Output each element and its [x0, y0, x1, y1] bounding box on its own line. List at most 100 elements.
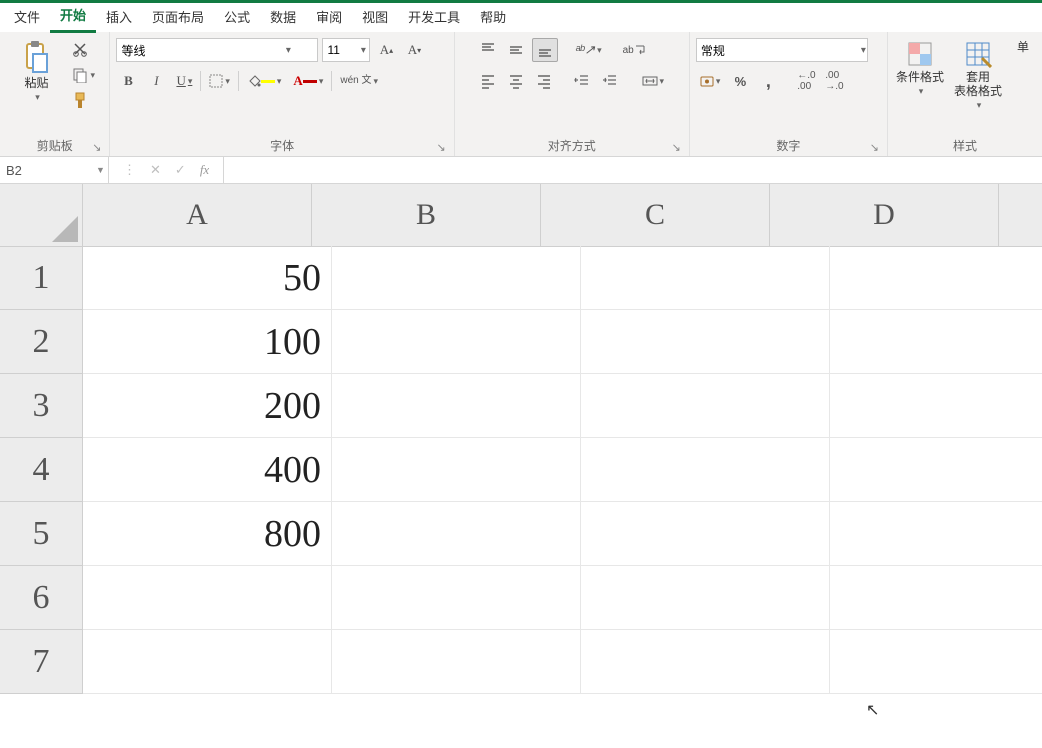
- cell-B7[interactable]: [332, 630, 581, 694]
- cell-A2[interactable]: 100: [83, 310, 332, 374]
- cell-D7[interactable]: [830, 630, 1042, 694]
- cell-A5[interactable]: 800: [83, 502, 332, 566]
- number-format-input[interactable]: [697, 43, 860, 57]
- menu-data[interactable]: 数据: [260, 3, 306, 32]
- col-header-extra[interactable]: [999, 184, 1042, 247]
- font-name-input[interactable]: [117, 43, 280, 57]
- menu-layout[interactable]: 页面布局: [142, 3, 214, 32]
- cell-A6[interactable]: [83, 566, 332, 630]
- cell-C5[interactable]: [581, 502, 830, 566]
- chevron-down-icon[interactable]: ▾: [357, 45, 369, 56]
- dialog-launcher-icon[interactable]: ↘: [437, 141, 446, 154]
- fx-icon[interactable]: fx: [200, 162, 209, 178]
- cell-A4[interactable]: 400: [83, 438, 332, 502]
- align-center-button[interactable]: [504, 70, 528, 92]
- cell-D4[interactable]: [830, 438, 1042, 502]
- cell-A7[interactable]: [83, 630, 332, 694]
- cell-D6[interactable]: [830, 566, 1042, 630]
- col-header-B[interactable]: B: [312, 184, 541, 247]
- cut-button[interactable]: [68, 38, 92, 60]
- align-top-button[interactable]: [476, 39, 500, 61]
- dialog-launcher-icon[interactable]: ↘: [672, 141, 681, 154]
- font-name-combo[interactable]: ▾: [116, 38, 318, 62]
- menu-formula[interactable]: 公式: [214, 3, 260, 32]
- cell-D3[interactable]: [830, 374, 1042, 438]
- menu-devtools[interactable]: 开发工具: [398, 3, 470, 32]
- col-header-A[interactable]: A: [83, 184, 312, 247]
- name-box[interactable]: ▼: [0, 157, 109, 183]
- bold-button[interactable]: B: [116, 70, 140, 92]
- extra-button[interactable]: 单: [1010, 38, 1036, 56]
- cell-B5[interactable]: [332, 502, 581, 566]
- cell-D5[interactable]: [830, 502, 1042, 566]
- cell-B4[interactable]: [332, 438, 581, 502]
- conditional-format-button[interactable]: 条件格式▾: [894, 38, 946, 99]
- dialog-launcher-icon[interactable]: ↘: [92, 141, 101, 154]
- select-all-corner[interactable]: [0, 184, 83, 247]
- row-header-6[interactable]: 6: [0, 566, 83, 630]
- cancel-icon[interactable]: ✕: [150, 162, 161, 178]
- cell-B3[interactable]: [332, 374, 581, 438]
- menu-insert[interactable]: 插入: [96, 3, 142, 32]
- align-middle-button[interactable]: [504, 39, 528, 61]
- menu-home[interactable]: 开始: [50, 1, 96, 33]
- cell-C3[interactable]: [581, 374, 830, 438]
- name-box-input[interactable]: [0, 163, 96, 178]
- cell-B6[interactable]: [332, 566, 581, 630]
- menu-review[interactable]: 审阅: [306, 3, 352, 32]
- row-header-3[interactable]: 3: [0, 374, 83, 438]
- orientation-button[interactable]: ᵃᵇ↗▾: [572, 39, 606, 61]
- align-left-button[interactable]: [476, 70, 500, 92]
- cell-B1[interactable]: [332, 246, 581, 310]
- italic-button[interactable]: I: [144, 70, 168, 92]
- menu-help[interactable]: 帮助: [470, 3, 516, 32]
- col-header-C[interactable]: C: [541, 184, 770, 247]
- border-button[interactable]: ▾: [205, 70, 234, 92]
- cell-D2[interactable]: [830, 310, 1042, 374]
- chevron-down-icon[interactable]: ▾: [280, 45, 296, 56]
- cell-A3[interactable]: 200: [83, 374, 332, 438]
- confirm-icon[interactable]: ✓: [175, 162, 186, 178]
- dialog-launcher-icon[interactable]: ↘: [870, 141, 879, 154]
- copy-button[interactable]: ▾: [68, 64, 99, 86]
- decrease-decimal-button[interactable]: .00→.0: [822, 70, 846, 92]
- cell-C7[interactable]: [581, 630, 830, 694]
- cell-C1[interactable]: [581, 246, 830, 310]
- number-format-combo[interactable]: ▾: [696, 38, 868, 62]
- table-format-button[interactable]: 套用 表格格式▾: [952, 38, 1004, 113]
- row-header-1[interactable]: 1: [0, 246, 83, 310]
- cell-C4[interactable]: [581, 438, 830, 502]
- fill-color-button[interactable]: ▾: [243, 70, 286, 92]
- cell-C2[interactable]: [581, 310, 830, 374]
- font-size-input[interactable]: [323, 43, 357, 57]
- font-size-combo[interactable]: ▾: [322, 38, 370, 62]
- cell-C6[interactable]: [581, 566, 830, 630]
- merge-button[interactable]: ▾: [638, 70, 669, 92]
- decrease-indent-button[interactable]: [570, 70, 594, 92]
- decrease-font-button[interactable]: A▾: [402, 39, 426, 61]
- percent-button[interactable]: %: [728, 70, 752, 92]
- increase-font-button[interactable]: A▴: [374, 39, 398, 61]
- increase-decimal-button[interactable]: ←.0.00: [794, 70, 818, 92]
- row-header-4[interactable]: 4: [0, 438, 83, 502]
- menu-file[interactable]: 文件: [4, 3, 50, 32]
- row-header-2[interactable]: 2: [0, 310, 83, 374]
- cell-A1[interactable]: 50: [83, 246, 332, 310]
- wrap-text-button[interactable]: ab: [622, 39, 646, 61]
- paste-button[interactable]: 粘贴 ▾: [10, 38, 62, 105]
- align-bottom-button[interactable]: [532, 38, 558, 62]
- row-header-7[interactable]: 7: [0, 630, 83, 694]
- phonetic-button[interactable]: wén 文▾: [336, 70, 382, 92]
- currency-button[interactable]: ▾: [696, 70, 725, 92]
- comma-button[interactable]: ,: [756, 70, 780, 92]
- increase-indent-button[interactable]: [598, 70, 622, 92]
- col-header-D[interactable]: D: [770, 184, 999, 247]
- menu-view[interactable]: 视图: [352, 3, 398, 32]
- chevron-down-icon[interactable]: ▾: [860, 45, 867, 56]
- cell-B2[interactable]: [332, 310, 581, 374]
- underline-button[interactable]: U▾: [172, 70, 196, 92]
- cell-D1[interactable]: [830, 246, 1042, 310]
- align-right-button[interactable]: [532, 70, 556, 92]
- row-header-5[interactable]: 5: [0, 502, 83, 566]
- font-color-button[interactable]: A ▾: [289, 70, 327, 92]
